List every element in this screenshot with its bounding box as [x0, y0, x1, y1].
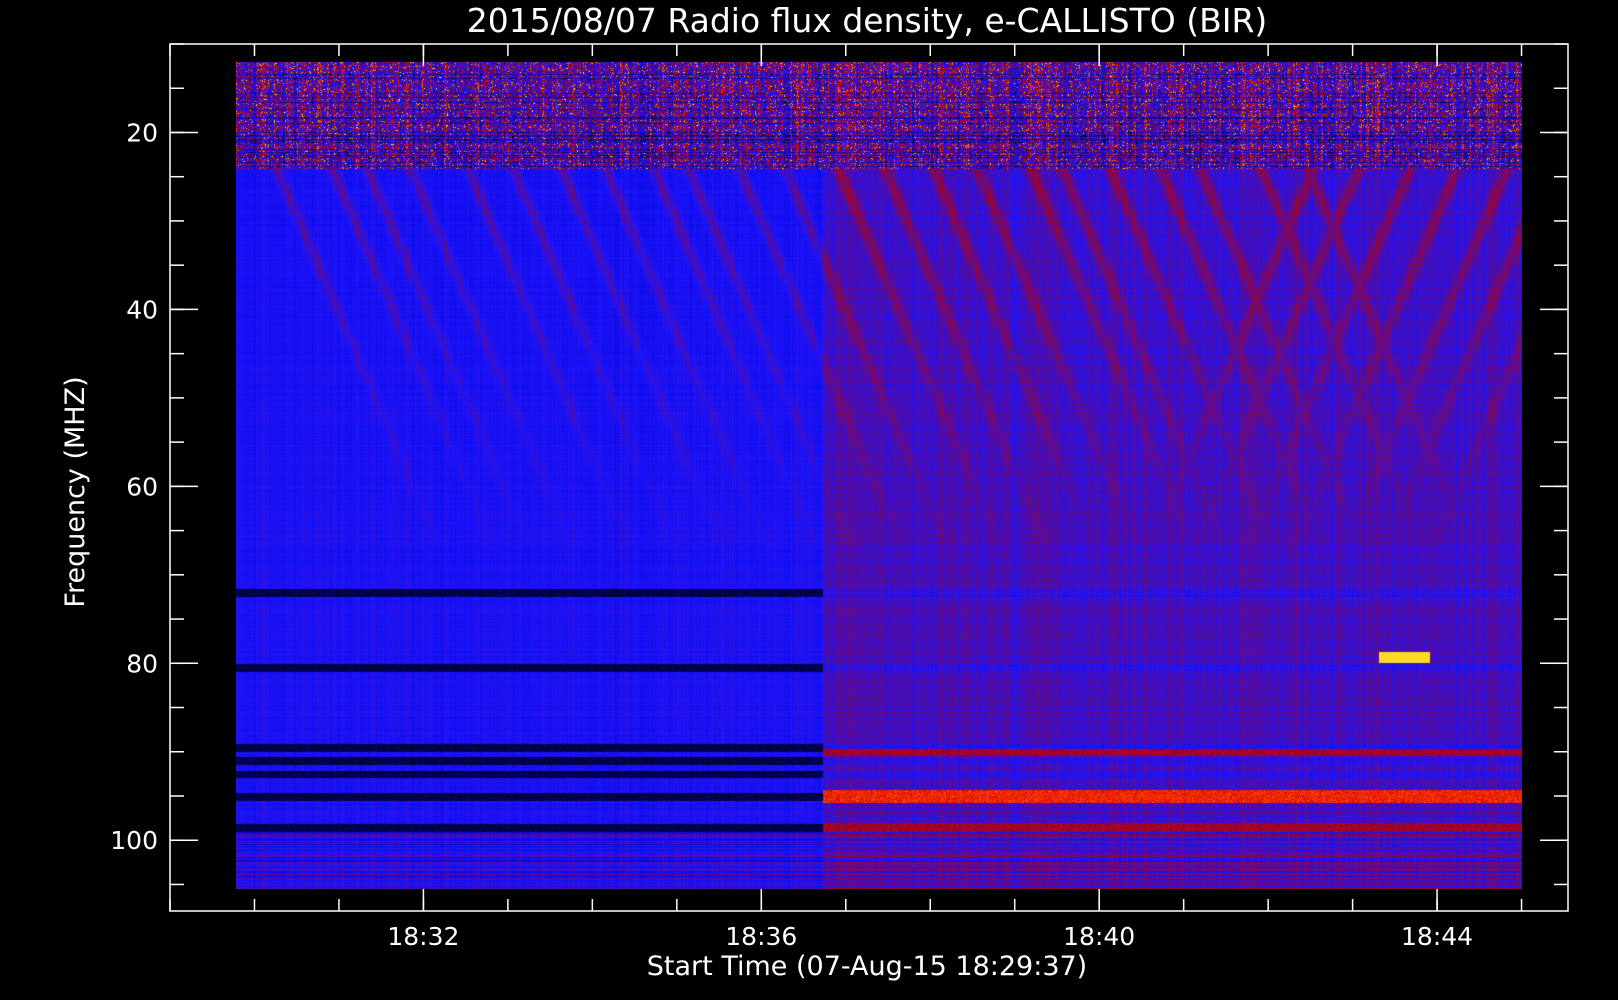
x-axis-label: Start Time (07-Aug-15 18:29:37): [647, 951, 1087, 982]
y-tick-label: 20: [126, 118, 158, 147]
x-tick-label: 18:32: [387, 922, 459, 951]
chart-title: 2015/08/07 Radio flux density, e-CALLIST…: [467, 1, 1268, 40]
y-tick-label: 40: [126, 295, 158, 324]
spectrogram-chart: 2015/08/07 Radio flux density, e-CALLIST…: [60, 1, 1569, 982]
x-tick-label: 18:36: [725, 922, 797, 951]
y-tick-label: 80: [126, 649, 158, 678]
y-tick-label: 100: [110, 826, 158, 855]
y-axis-label: Frequency (MHZ): [60, 376, 91, 607]
y-tick-label: 60: [126, 472, 158, 501]
spectrogram-heatmap: [236, 62, 1522, 889]
x-tick-label: 18:44: [1401, 922, 1473, 951]
chart-root: 2015/08/07 Radio flux density, e-CALLIST…: [0, 0, 1618, 1000]
x-tick-label: 18:40: [1063, 922, 1135, 951]
